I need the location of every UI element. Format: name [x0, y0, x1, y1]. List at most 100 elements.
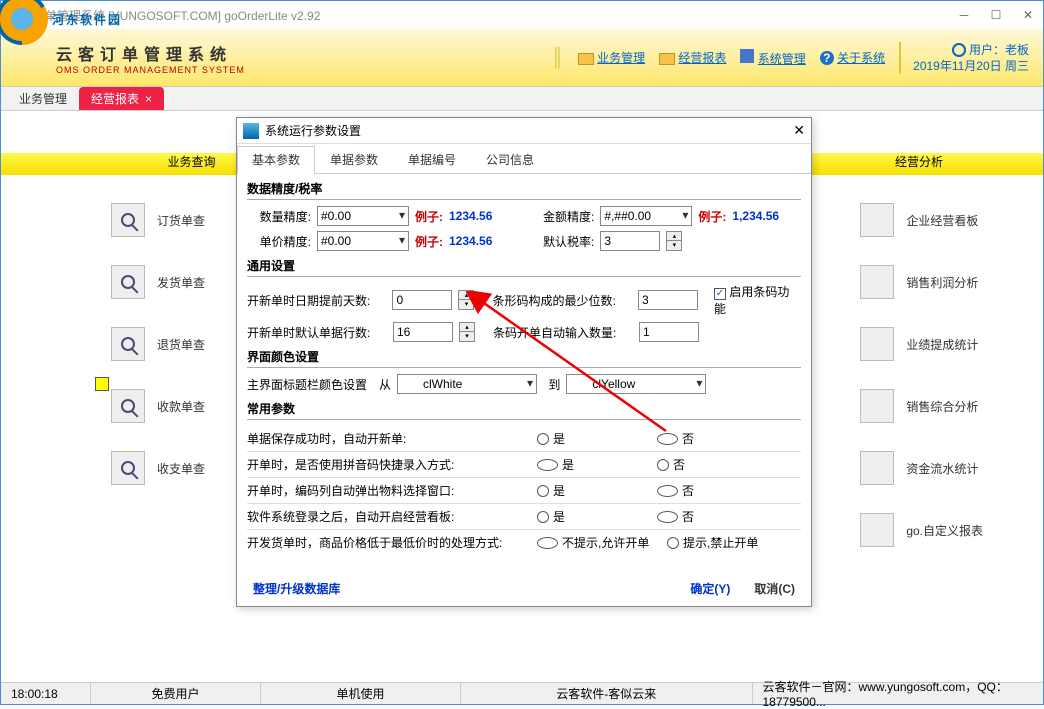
- dtab-num[interactable]: 单据编号: [393, 146, 471, 173]
- dash-commission[interactable]: 业绩提成统计: [860, 313, 983, 375]
- r4-no[interactable]: 否: [657, 508, 777, 525]
- menu-sys[interactable]: 系统管理: [740, 49, 805, 67]
- r2-yes[interactable]: 是: [537, 456, 657, 473]
- db-maintain-link[interactable]: 整理/升级数据库: [253, 580, 666, 597]
- opt-lowprice: 开发货单时，商品价格低于最低价时的处理方式: 不提示,允许开单 提示,禁止开单: [247, 530, 801, 555]
- tax-input[interactable]: [600, 231, 660, 251]
- query-io[interactable]: 收支单查: [111, 437, 205, 499]
- status-contact: 云客软件－官网：www.yungosoft.com，QQ：18779500...: [753, 683, 1044, 704]
- header-menus: ║ 业务管理 经营报表 系统管理 ? 关于系统 用户：老板 2019年11月20…: [551, 42, 1043, 74]
- close-button[interactable]: ✕: [1021, 8, 1035, 22]
- chart-icon: [860, 265, 894, 299]
- r3-yes[interactable]: 是: [537, 482, 657, 499]
- user-info: 用户：老板 2019年11月20日 周三: [899, 42, 1029, 74]
- swatch-yellow: [95, 377, 109, 391]
- r5-forbid[interactable]: 提示,禁止开单: [667, 534, 797, 551]
- main-tabs: 业务管理 经营报表×: [1, 87, 1043, 111]
- tab-close-icon[interactable]: ×: [145, 92, 152, 106]
- menu-report[interactable]: 经营报表: [659, 49, 726, 66]
- color-from-select[interactable]: [397, 374, 537, 394]
- dtab-basic[interactable]: 基本参数: [237, 146, 315, 174]
- spinner[interactable]: ▴▾: [458, 290, 474, 310]
- enable-barcode-check[interactable]: [714, 288, 726, 300]
- header-date: 2019年11月20日 周三: [913, 58, 1029, 74]
- user-icon: [952, 43, 966, 57]
- tax-spinner[interactable]: ▴▾: [666, 231, 682, 251]
- barcode-qty-input[interactable]: [639, 322, 699, 342]
- spinner[interactable]: ▴▾: [459, 322, 475, 342]
- opt-popup: 开单时，编码列自动弹出物料选择窗口: 是 否: [247, 478, 801, 504]
- query-order[interactable]: 订货单查: [111, 189, 205, 251]
- window-controls: ─ ☐ ✕: [957, 8, 1035, 22]
- sect-precision: 数据精度/税率: [247, 180, 801, 200]
- status-slogan: 云客软件-客似云来: [461, 683, 753, 704]
- r1-yes[interactable]: 是: [537, 430, 657, 447]
- barcode-min-input[interactable]: [638, 290, 698, 310]
- opt-auto-new: 单据保存成功时，自动开新单: 是 否: [247, 426, 801, 452]
- query-ship[interactable]: 发货单查: [111, 251, 205, 313]
- dialog-close-icon[interactable]: ✕: [793, 122, 805, 139]
- sect-common: 常用参数: [247, 400, 801, 420]
- dtab-doc[interactable]: 单据参数: [315, 146, 393, 173]
- dash-custom[interactable]: go.自定义报表: [860, 499, 983, 561]
- left-query-list: 订货单查 发货单查 退货单查 收款单查 收支单查: [111, 189, 205, 499]
- dialog-titlebar: 系统运行参数设置 ✕: [237, 118, 811, 144]
- price-precision-select[interactable]: #0.00: [317, 231, 409, 251]
- opt-dashboard: 软件系统登录之后，自动开启经营看板: 是 否: [247, 504, 801, 530]
- qty-precision-select[interactable]: #0.00: [317, 206, 409, 226]
- tab-biz[interactable]: 业务管理: [7, 87, 79, 110]
- opt-pinyin: 开单时，是否使用拼音码快捷录入方式: 是 否: [247, 452, 801, 478]
- app-header: 云客订单管理系统 OMS ORDER MANAGEMENT SYSTEM ║ 业…: [1, 29, 1043, 87]
- watermark-logo: 河东软件园: [0, 0, 122, 45]
- sect-color: 界面颜色设置: [247, 348, 801, 368]
- menu-about[interactable]: ? 关于系统: [820, 49, 885, 66]
- right-analysis-list: 企业经营看板 销售利润分析 业绩提成统计 销售综合分析 资金流水统计 go.自定…: [860, 189, 983, 561]
- settings-dialog: 系统运行参数设置 ✕ 基本参数 单据参数 单据编号 公司信息 数据精度/税率 数…: [236, 117, 812, 607]
- brand-en: OMS ORDER MANAGEMENT SYSTEM: [56, 65, 551, 75]
- status-user-type: 免费用户: [91, 683, 261, 704]
- dash-sales[interactable]: 销售综合分析: [860, 375, 983, 437]
- tab-report[interactable]: 经营报表×: [79, 87, 164, 110]
- dialog-footer: 整理/升级数据库 确定(Y) 取消(C): [237, 570, 811, 606]
- price-label: 单价精度:: [247, 233, 311, 250]
- r5-allow[interactable]: 不提示,允许开单: [537, 534, 667, 551]
- chart-icon: [860, 389, 894, 423]
- window-titlebar: 云客订单管理系统 [YUNGOSOFT.COM] goOrderLite v2.…: [1, 1, 1043, 29]
- chart-icon: [860, 451, 894, 485]
- r3-no[interactable]: 否: [657, 482, 777, 499]
- ok-button[interactable]: 确定(Y): [690, 580, 730, 597]
- search-icon: [111, 203, 145, 237]
- chart-icon: [860, 513, 894, 547]
- window-title: 云客订单管理系统 [YUNGOSOFT.COM] goOrderLite v2.…: [9, 7, 957, 24]
- tax-label: 默认税率:: [518, 233, 594, 250]
- dialog-title: 系统运行参数设置: [265, 122, 793, 139]
- cancel-button[interactable]: 取消(C): [754, 580, 795, 597]
- dash-cashflow[interactable]: 资金流水统计: [860, 437, 983, 499]
- chart-icon: [860, 203, 894, 237]
- status-time: 18:00:18: [1, 683, 91, 704]
- brand-block: 云客订单管理系统 OMS ORDER MANAGEMENT SYSTEM: [56, 41, 551, 75]
- color-to-select[interactable]: [566, 374, 706, 394]
- r2-no[interactable]: 否: [657, 456, 777, 473]
- menu-biz[interactable]: 业务管理: [578, 49, 645, 66]
- dash-profit[interactable]: 销售利润分析: [860, 251, 983, 313]
- default-rows-input[interactable]: [393, 322, 453, 342]
- r1-no[interactable]: 否: [657, 430, 777, 447]
- dialog-icon: [243, 123, 259, 139]
- query-receipt[interactable]: 收款单查: [111, 375, 205, 437]
- query-return[interactable]: 退货单查: [111, 313, 205, 375]
- status-mode: 单机使用: [261, 683, 461, 704]
- dialog-tabs: 基本参数 单据参数 单据编号 公司信息: [237, 144, 811, 174]
- sect-general: 通用设置: [247, 257, 801, 277]
- days-ahead-input[interactable]: [392, 290, 452, 310]
- search-icon: [111, 327, 145, 361]
- maximize-button[interactable]: ☐: [989, 8, 1003, 22]
- dtab-company[interactable]: 公司信息: [471, 146, 549, 173]
- minimize-button[interactable]: ─: [957, 8, 971, 22]
- dash-enterprise[interactable]: 企业经营看板: [860, 189, 983, 251]
- r4-yes[interactable]: 是: [537, 508, 657, 525]
- dialog-body: 数据精度/税率 数量精度: #0.00 例子:1234.56 金额精度: #,#…: [237, 174, 811, 555]
- search-icon: [111, 265, 145, 299]
- amt-precision-select[interactable]: #,##0.00: [600, 206, 692, 226]
- status-bar: 18:00:18 免费用户 单机使用 云客软件-客似云来 云客软件－官网：www…: [1, 682, 1043, 704]
